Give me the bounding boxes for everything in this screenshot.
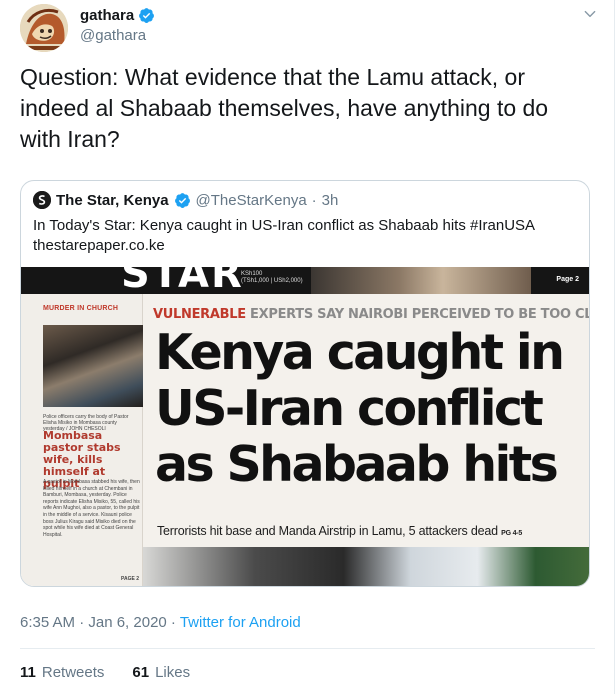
tweet-meta: 6:35 AM · Jan 6, 2020 · Twitter for Andr…	[20, 614, 301, 631]
quoted-avatar	[33, 191, 51, 209]
verified-badge-icon	[174, 192, 190, 208]
tweet-timestamp[interactable]: 6:35 AM · Jan 6, 2020 ·	[20, 614, 176, 631]
masthead-page-label: Page 2	[556, 276, 579, 283]
subhead-pages: PG 4-5	[501, 530, 523, 537]
side-story-label: MURDER IN CHURCH	[43, 305, 119, 312]
side-story-body: A pastor in Mombasa stabbed his wife, th…	[43, 479, 140, 538]
quoted-separator: ·	[311, 191, 317, 209]
kicker-grey-text: EXPERTS SAY NAIROBI PERCEIVED TO BE TOO …	[250, 307, 589, 322]
price-line: KSh100	[241, 271, 263, 277]
quoted-tweet[interactable]: The Star, Kenya @TheStarKenya · 3h In To…	[20, 180, 590, 587]
tweet-source-link[interactable]: Twitter for Android	[180, 614, 301, 631]
newspaper-masthead: STAR KSh100 (TSh1,000 | USh2,000) Page 2	[21, 267, 589, 297]
headline-line: US-Iran conflict	[155, 380, 544, 437]
subhead-text: Terrorists hit base and Manda Airstrip i…	[157, 524, 498, 538]
author-handle[interactable]: @gathara	[80, 27, 146, 44]
divider	[20, 648, 595, 649]
likes-count[interactable]: 61	[132, 664, 149, 681]
likes-label[interactable]: Likes	[155, 664, 190, 681]
avatar[interactable]	[20, 4, 68, 52]
quoted-text: In Today's Star: Kenya caught in US-Iran…	[33, 216, 578, 256]
tweet-card: gathara @gathara Question: What evidence…	[0, 0, 615, 694]
side-story-column: MURDER IN CHURCH Police officers carry t…	[21, 294, 143, 586]
quoted-time: 3h	[321, 191, 339, 209]
headline-line: Kenya caught in	[155, 324, 565, 381]
kicker-red-text: VULNERABLE	[153, 307, 246, 322]
retweets-label[interactable]: Retweets	[42, 664, 105, 681]
quoted-display-name: The Star, Kenya	[56, 191, 169, 209]
headline-subhead: Terrorists hit base and Manda Airstrip i…	[157, 524, 587, 538]
headline-line: as Shabaab hits	[155, 436, 559, 493]
masthead-price: KSh100 (TSh1,000 | USh2,000)	[241, 271, 303, 285]
quoted-text-line: In Today's Star: Kenya caught in US-Iran…	[33, 217, 536, 234]
quoted-handle: @TheStarKenya	[195, 191, 307, 209]
price-line: (TSh1,000 | USh2,000)	[241, 278, 303, 284]
quoted-tweet-header: The Star, Kenya @TheStarKenya · 3h	[33, 191, 338, 209]
masthead-letters: STAR	[121, 267, 244, 297]
chevron-down-icon[interactable]	[583, 7, 597, 21]
author-display-name[interactable]: gathara	[80, 7, 134, 24]
tweet-text: Question: What evidence that the Lamu at…	[20, 64, 549, 152]
newspaper-image[interactable]: STAR KSh100 (TSh1,000 | USh2,000) Page 2…	[21, 267, 589, 586]
verified-badge-icon	[139, 8, 155, 23]
star-logo-icon	[33, 191, 51, 209]
main-headline: Kenya caught in US-Iran conflict as Shab…	[155, 325, 589, 493]
lead-story-photo	[143, 547, 589, 586]
avatar-illustration	[20, 4, 68, 52]
side-story-page: PAGE 2	[121, 576, 139, 582]
retweets-count[interactable]: 11	[20, 664, 36, 681]
tweet-stats: 11 Retweets 61 Likes	[20, 664, 190, 681]
side-story-photo	[43, 325, 143, 407]
masthead-photo	[311, 267, 531, 294]
quoted-link-text: thestarepaper.co.ke	[33, 237, 165, 254]
author-name-line[interactable]: gathara	[80, 7, 155, 24]
headline-kicker: VULNERABLE EXPERTS SAY NAIROBI PERCEIVED…	[153, 307, 589, 322]
